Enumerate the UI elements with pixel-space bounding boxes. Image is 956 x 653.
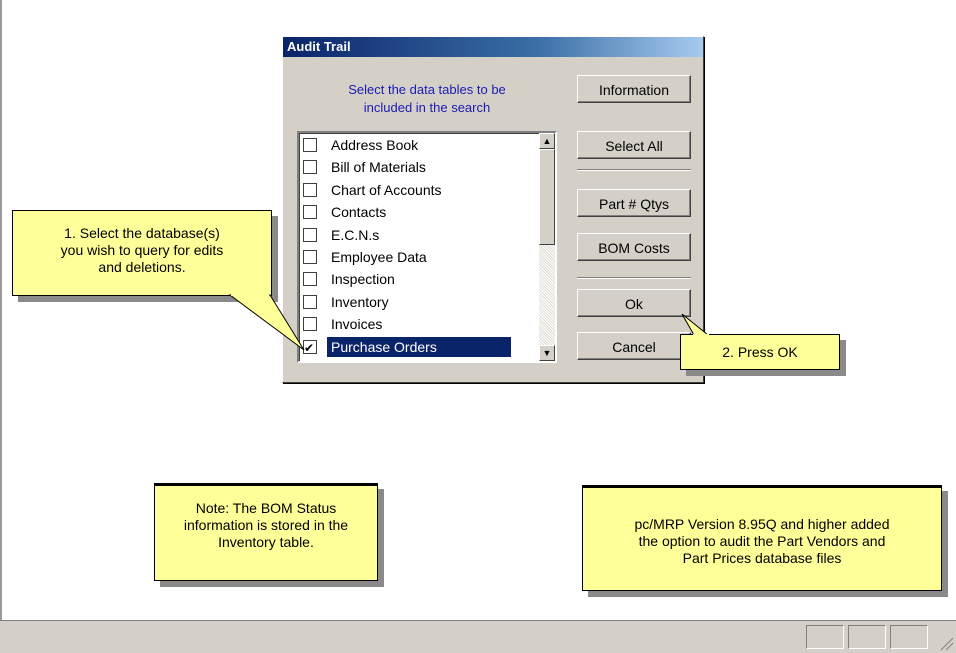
list-item[interactable]: E.C.N.s [301, 225, 533, 245]
step1-line-1: 1. Select the database(s) [64, 225, 220, 241]
list-item-label: Bill of Materials [331, 159, 426, 176]
checkbox[interactable] [303, 182, 317, 197]
version-line-1: pc/MRP Version 8.95Q and higher added [634, 516, 890, 532]
cancel-button[interactable]: Cancel [577, 332, 691, 360]
bom-costs-button[interactable]: BOM Costs [577, 233, 691, 261]
step1-line-2: you wish to query for edits [60, 242, 224, 258]
list-item-label: Invoices [331, 316, 383, 333]
list-item-label: E.C.N.s [331, 226, 380, 243]
step2-pointer-icon [681, 313, 710, 336]
dialog-prompt: Select the data tables to be included in… [307, 81, 547, 117]
list-item[interactable]: Chart of Accounts [301, 180, 533, 200]
list-item-label: Inventory [331, 293, 389, 310]
list-item[interactable]: Invoices [301, 314, 533, 334]
checkbox[interactable] [303, 272, 317, 287]
status-panel [806, 625, 844, 649]
note-line-2: information is stored in the [183, 517, 349, 533]
checkbox[interactable] [303, 250, 317, 264]
list-item-label: Employee Data [331, 249, 427, 265]
version-note: pc/MRP Version 8.95Q and higher added th… [582, 485, 942, 591]
list-item-label: Contacts [331, 204, 387, 221]
note-line-3: Inventory table. [218, 534, 314, 550]
note-line-1: Note: The BOM Status [195, 500, 337, 516]
checkbox[interactable] [303, 227, 317, 242]
version-line-2: the option to audit the Part Vendors and [638, 533, 886, 549]
part-qtys-button[interactable]: Part # Qtys [577, 189, 691, 217]
prompt-line-1: Select the data tables to be [348, 82, 506, 97]
list-item[interactable]: Employee Data [301, 247, 533, 267]
resize-grip-icon[interactable] [938, 635, 954, 651]
list-item-label: Address Book [331, 137, 419, 153]
scroll-down-icon[interactable]: ▼ [539, 345, 555, 361]
select-all-button[interactable]: Select All [577, 131, 691, 159]
audit-trail-dialog: Audit Trail Select the data tables to be… [282, 36, 704, 383]
data-tables-listbox[interactable]: Address Book Bill of Materials Chart of Ac… [297, 131, 557, 363]
list-item-label: Inspection [331, 271, 395, 288]
status-panel [890, 625, 928, 649]
list-item[interactable]: Inventory [301, 292, 533, 312]
checkbox[interactable] [303, 138, 317, 152]
step2-callout: 2. Press OK [680, 334, 840, 370]
list-item[interactable]: Contacts [301, 202, 533, 222]
dialog-title[interactable]: Audit Trail [283, 37, 703, 57]
list-item[interactable]: Purchase Orders [301, 336, 533, 358]
listbox-scrollbar[interactable]: ▲ ▼ [539, 133, 555, 361]
checkbox[interactable] [303, 205, 317, 220]
bom-status-note: Note: The BOM Status information is stor… [154, 483, 378, 581]
step1-pointer-icon [228, 294, 305, 351]
list-item[interactable]: Bill of Materials [301, 157, 533, 177]
ok-button[interactable]: Ok [577, 289, 691, 317]
status-panel [848, 625, 886, 649]
prompt-line-2: included in the search [363, 100, 491, 115]
version-line-3: Part Prices database files [682, 550, 842, 566]
step1-line-3: and deletions. [98, 259, 186, 275]
scroll-up-icon[interactable]: ▲ [539, 133, 555, 149]
button-separator [577, 169, 691, 171]
checkbox[interactable] [303, 160, 317, 175]
list-item[interactable]: Address Book [301, 135, 533, 155]
window-left-edge [0, 0, 2, 620]
list-item-label: Purchase Orders [327, 336, 511, 357]
information-button[interactable]: Information [577, 75, 691, 103]
step1-callout: 1. Select the database(s) you wish to qu… [12, 210, 272, 296]
button-separator [577, 277, 691, 279]
status-bar [0, 620, 956, 653]
scrollbar-thumb[interactable] [539, 149, 555, 245]
list-item-label: Chart of Accounts [331, 181, 442, 198]
list-item[interactable]: Inspection [301, 269, 533, 289]
